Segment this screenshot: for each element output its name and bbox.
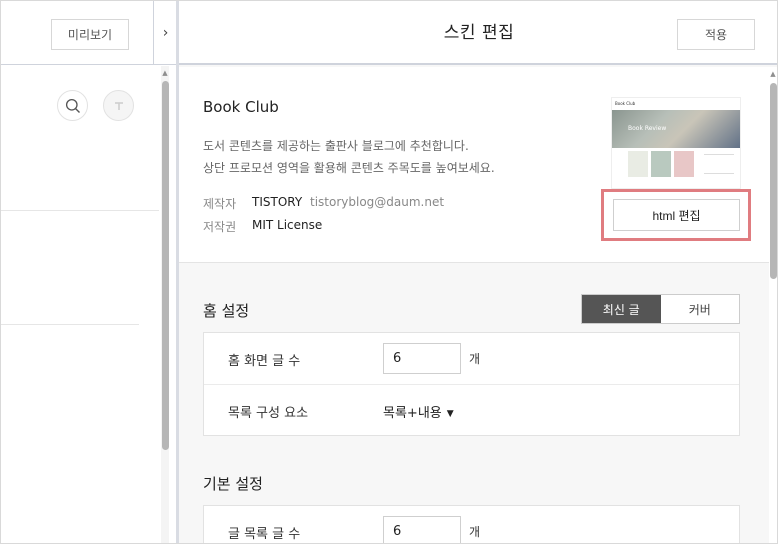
setting-row: 목록 구성 요소 목록+내용 ▼ <box>204 384 739 435</box>
chevron-right-icon: › <box>162 24 169 41</box>
skin-editor-window: 미리보기 ▲ › 스킨 편집 적용 Book Club 도서 콘텐츠를 제공하는… <box>0 0 778 544</box>
html-edit-button[interactable]: html 편집 <box>613 199 740 231</box>
tistory-logo-icon <box>114 101 123 110</box>
edit-scrollbar[interactable]: ▲ <box>769 67 777 543</box>
list-post-count-unit: 개 <box>469 525 481 539</box>
search-button[interactable] <box>57 90 88 121</box>
search-icon <box>65 98 80 113</box>
list-element-dropdown[interactable]: 목록+내용 ▼ <box>383 402 454 421</box>
home-post-count-label: 홈 화면 글 수 <box>228 354 301 369</box>
thumbnail-text-lines <box>704 154 734 174</box>
preview-header: 미리보기 <box>1 1 153 65</box>
thumbnail-card <box>628 151 648 177</box>
scroll-up-icon[interactable]: ▲ <box>161 68 169 78</box>
author-label: 제작자 <box>203 197 237 211</box>
home-type-toggle: 최신 글 커버 <box>581 294 740 324</box>
list-element-value: 목록+내용 <box>383 406 442 421</box>
skin-description: 도서 콘텐츠를 제공하는 출판사 블로그에 추천합니다. <box>203 139 469 153</box>
home-settings-title: 홈 설정 <box>203 302 250 320</box>
preview-divider <box>1 324 139 325</box>
scroll-up-icon[interactable]: ▲ <box>769 69 777 79</box>
preview-content <box>1 66 159 543</box>
home-settings-box: 홈 화면 글 수 개 목록 구성 요소 목록+내용 ▼ <box>203 332 740 436</box>
thumbnail-hero-text: Book Review <box>628 125 667 132</box>
collapse-preview-button[interactable]: › <box>153 1 177 65</box>
preview-scrollbar[interactable]: ▲ <box>161 66 169 543</box>
skin-thumbnail: Book Club Book Review <box>611 97 741 189</box>
setting-row: 홈 화면 글 수 개 <box>204 333 739 384</box>
thumbnail-card <box>651 151 671 177</box>
tab-latest-posts[interactable]: 최신 글 <box>582 295 661 323</box>
edit-header: 스킨 편집 적용 <box>179 1 777 65</box>
license-label: 저작권 <box>203 220 237 234</box>
home-post-count-input[interactable] <box>383 343 461 374</box>
author-email: tistoryblog@daum.net <box>310 195 445 209</box>
list-post-count-label: 글 목록 글 수 <box>228 527 301 542</box>
skin-name: Book Club <box>203 98 279 116</box>
preview-button[interactable]: 미리보기 <box>51 19 129 50</box>
apply-button[interactable]: 적용 <box>677 19 755 50</box>
author-name: TISTORY <box>252 195 303 209</box>
home-post-count-unit: 개 <box>469 352 481 366</box>
setting-row: 글 목록 글 수 개 <box>204 506 739 543</box>
list-post-count-input[interactable] <box>383 516 461 543</box>
preview-pane: 미리보기 ▲ <box>1 1 169 543</box>
tab-cover[interactable]: 커버 <box>661 295 740 323</box>
list-element-label: 목록 구성 요소 <box>228 406 309 421</box>
basic-settings-box: 글 목록 글 수 개 <box>203 505 740 543</box>
skin-edit-pane: 스킨 편집 적용 Book Club 도서 콘텐츠를 제공하는 출판사 블로그에… <box>179 1 777 543</box>
preview-divider <box>1 210 159 211</box>
author-value: TISTORY tistoryblog@daum.net <box>252 195 444 209</box>
tistory-menu-button[interactable] <box>103 90 134 121</box>
thumbnail-blog-title: Book Club <box>612 98 740 110</box>
html-edit-highlight: html 편집 <box>601 189 751 241</box>
caret-down-icon: ▼ <box>446 409 454 419</box>
license-value: MIT License <box>252 218 323 232</box>
scrollbar-thumb[interactable] <box>770 83 777 279</box>
thumbnail-card <box>674 151 694 177</box>
skin-description: 상단 프로모션 영역을 활용해 콘텐츠 주목도를 높여보세요. <box>203 161 495 175</box>
scrollbar-thumb[interactable] <box>162 81 169 450</box>
skin-info-card: Book Club 도서 콘텐츠를 제공하는 출판사 블로그에 추천합니다. 상… <box>179 67 769 263</box>
basic-settings-title: 기본 설정 <box>203 475 263 493</box>
